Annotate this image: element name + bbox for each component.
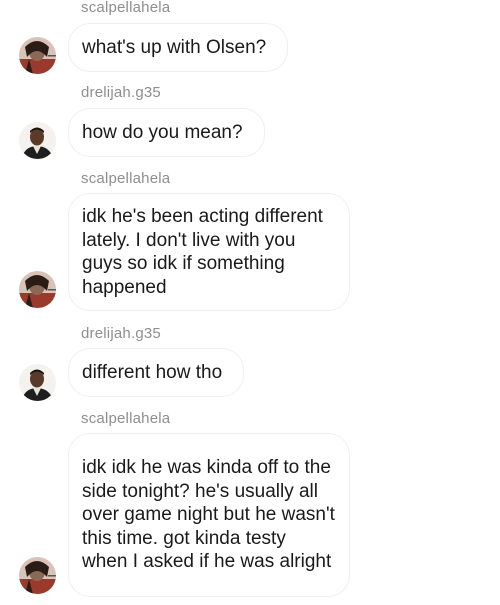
message-bubble[interactable]: idk he's been acting different lately. I… <box>68 193 350 311</box>
user-avatar-icon[interactable] <box>19 122 56 159</box>
user-avatar-icon[interactable] <box>19 37 56 74</box>
message-text: how do you mean? <box>82 121 243 143</box>
sender-name: scalpellahela <box>81 170 171 187</box>
sender-name: scalpellahela <box>81 410 171 427</box>
chat-thread: scalpellahela what's up with Olsen? drel… <box>0 0 500 605</box>
message-text: idk he's been acting different lately. I… <box>82 206 323 298</box>
user-avatar-icon[interactable] <box>19 557 56 594</box>
message-bubble[interactable]: what's up with Olsen? <box>68 23 288 72</box>
message-text: what's up with Olsen? <box>82 36 267 58</box>
message-text: idk idk he was kinda off to the side ton… <box>82 457 335 573</box>
message-bubble[interactable]: how do you mean? <box>68 108 265 157</box>
sender-name: drelijah.g35 <box>81 325 161 342</box>
message-bubble[interactable]: idk idk he was kinda off to the side ton… <box>68 433 350 597</box>
message-bubble[interactable]: different how tho <box>68 348 244 397</box>
sender-name: scalpellahela <box>81 0 171 16</box>
message-text: different how tho <box>82 361 223 383</box>
sender-name: drelijah.g35 <box>81 84 161 101</box>
user-avatar-icon[interactable] <box>19 271 56 308</box>
user-avatar-icon[interactable] <box>19 364 56 401</box>
